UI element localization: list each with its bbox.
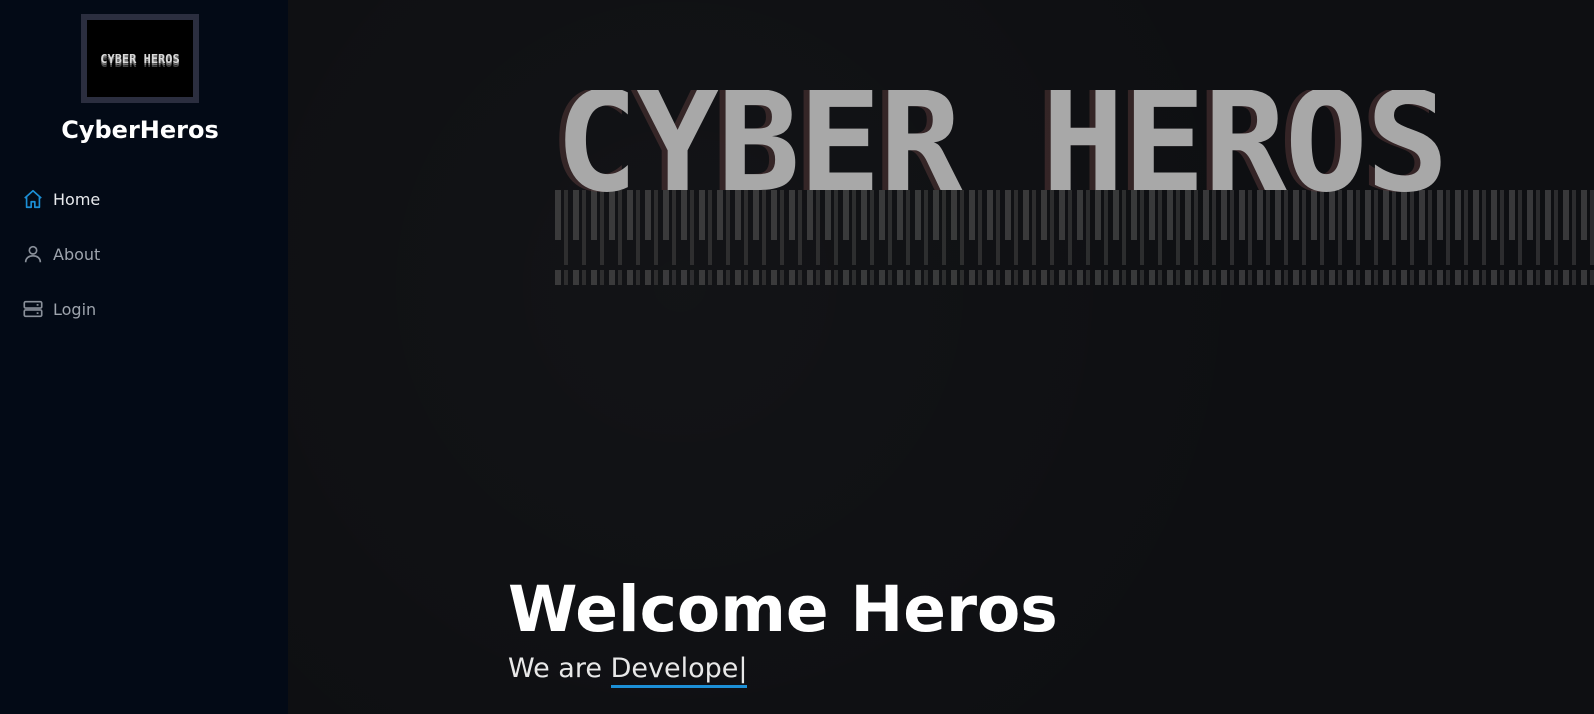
sidebar-item-label: About <box>53 244 101 264</box>
sidebar-item-login[interactable]: Login <box>22 294 100 324</box>
brand-name: CyberHeros <box>61 116 219 144</box>
sidebar-item-about[interactable]: About <box>22 239 100 269</box>
user-icon <box>24 245 42 263</box>
sidebar-item-home[interactable]: Home <box>22 184 100 214</box>
sidebar-item-label: Home <box>53 189 101 209</box>
logo-text: CYBER HEROS <box>100 51 180 66</box>
typed-text: Develope| <box>610 653 748 688</box>
hero-subtitle: We are Develope| <box>508 653 748 688</box>
hero-banner-image: CYBER HEROS CYBER HEROS <box>553 90 1594 290</box>
logo[interactable]: CYBER HEROS <box>81 14 199 103</box>
server-icon <box>23 300 43 318</box>
home-icon <box>24 189 42 209</box>
hero-title: Welcome Heros <box>508 573 1058 646</box>
main-content: CYBER HEROS CYBER HEROS Welcome Heros We… <box>288 0 1594 714</box>
sidebar-item-label: Login <box>53 299 97 319</box>
sidebar-nav: Home About Login <box>22 184 100 349</box>
banner-text: CYBER HEROS <box>555 90 1447 223</box>
sidebar: CYBER HEROS CyberHeros Home About Login <box>0 0 288 714</box>
subtitle-prefix: We are <box>508 653 602 684</box>
